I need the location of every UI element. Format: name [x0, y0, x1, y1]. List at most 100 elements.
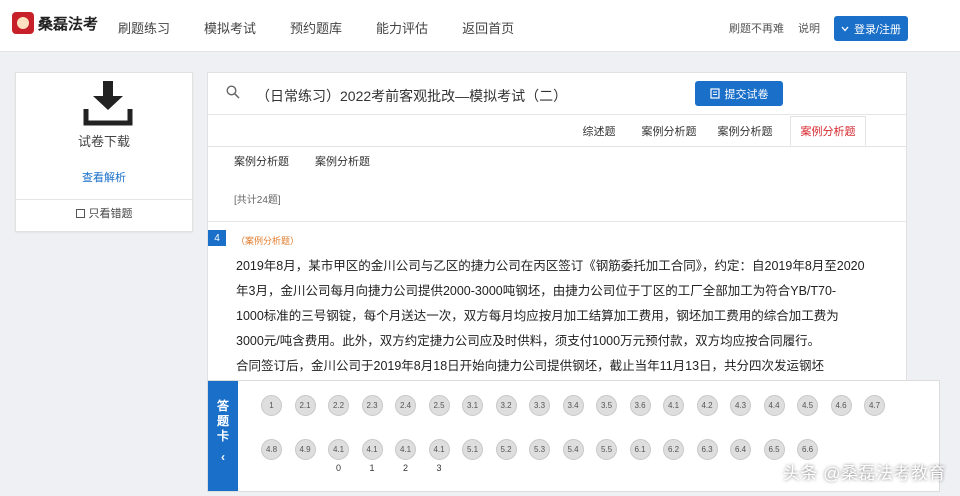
- answer-bubble[interactable]: 3.2: [495, 395, 517, 416]
- answer-bubble[interactable]: 4.3: [730, 395, 751, 416]
- submit-label: 提交试卷: [724, 88, 769, 101]
- tab-comprehensive[interactable]: 综述题: [568, 116, 630, 146]
- answer-bubble-item: 3.4: [562, 395, 597, 425]
- answer-bubble[interactable]: 4.4: [763, 395, 785, 416]
- answer-bubble[interactable]: 4.9: [294, 439, 316, 460]
- answer-bubble[interactable]: 4.8: [261, 439, 282, 460]
- only-wrong-label: 只看错题: [88, 208, 133, 220]
- answer-bubble[interactable]: 4.2: [696, 395, 718, 416]
- answer-bubble-item: 4.9: [294, 439, 329, 469]
- answer-bubble-item: 5.4: [562, 439, 597, 469]
- chevron-down-icon: [841, 26, 849, 31]
- search-icon[interactable]: [226, 85, 240, 99]
- answer-bubble-item: 2.4: [395, 395, 429, 425]
- nav-item-mock-exam[interactable]: 模拟考试: [204, 18, 256, 37]
- answer-bubble-item: 4.1 0: [328, 439, 362, 473]
- question-type-tabs: 综述题 案例分析题 案例分析题 案例分析题: [208, 116, 906, 146]
- answer-bubble[interactable]: 3.5: [596, 395, 617, 416]
- nav-item-home[interactable]: 返回首页: [462, 18, 514, 37]
- answer-bubble[interactable]: 4.1: [395, 439, 416, 460]
- collapse-arrow-icon: ‹: [221, 450, 225, 464]
- answer-bubble[interactable]: 4.7: [864, 395, 885, 416]
- answer-bubble[interactable]: 5.5: [596, 439, 617, 460]
- tab-case-analysis-3[interactable]: 案例分析题: [790, 116, 866, 146]
- answer-bubble-item: 4.1 2: [395, 439, 429, 473]
- answer-bubble[interactable]: 2.1: [294, 395, 316, 416]
- watermark: 头条 @桑磊法考教育: [783, 464, 946, 483]
- answer-bubble-item: 4.6: [830, 395, 865, 425]
- question-line: 1000标准的三号钢锭，每个月送达一次，双方每月均应按月加工结算加工费用，钢坯加…: [236, 309, 839, 323]
- answer-bubble[interactable]: 4.5: [797, 395, 818, 416]
- download-paper-label[interactable]: 试卷下载: [16, 131, 192, 150]
- question-total: [共计24题]: [234, 195, 281, 206]
- answer-bubble[interactable]: 3.1: [462, 395, 483, 416]
- user-link-help[interactable]: 说明: [798, 20, 820, 36]
- answer-bubble[interactable]: 4.1: [663, 395, 684, 416]
- answer-bubble[interactable]: 2.5: [428, 395, 450, 416]
- view-analysis-link[interactable]: 查看解析: [16, 169, 192, 185]
- tab-case-analysis-2[interactable]: 案例分析题: [708, 116, 782, 146]
- question-area: 4 （案例分析题） 2019年8月，某市甲区的金川公司与乙区的捷力公司在丙区签订…: [208, 221, 906, 381]
- nav-item-question-bank[interactable]: 预约题库: [290, 18, 342, 37]
- logo-text: 桑磊法考: [38, 15, 99, 33]
- answer-bubble[interactable]: 6.2: [663, 439, 684, 460]
- answer-bubble-item: 3.1: [462, 395, 496, 425]
- sub-tabs: 案例分析题 案例分析题: [234, 153, 370, 169]
- answer-bubble[interactable]: 4.1: [328, 439, 349, 460]
- question-line: 年3月，金川公司每月向捷力公司提供2000-3000吨钢坯，由捷力公司位于丁区的…: [236, 284, 837, 298]
- answer-bubble[interactable]: 2.2: [328, 395, 349, 416]
- answer-bubble[interactable]: 6.5: [763, 439, 785, 460]
- only-wrong-checkbox[interactable]: [75, 208, 85, 218]
- site-logo[interactable]: 桑磊法考: [12, 12, 98, 34]
- answer-bubble[interactable]: 6.4: [730, 439, 751, 460]
- answer-bubble-item: 3.6: [629, 395, 664, 425]
- top-navigation-bar: 桑磊法考 刷题练习 模拟考试 预约题库 能力评估 返回首页 刷题不再难 说明 登…: [0, 0, 960, 52]
- answer-bubble[interactable]: 2.3: [361, 395, 383, 416]
- answer-bubble[interactable]: 1: [261, 395, 282, 416]
- answer-bubble[interactable]: 6.6: [797, 439, 818, 460]
- answer-bubble-suffix: 0: [335, 463, 341, 473]
- answer-bubble-item: 4.1 3: [428, 439, 463, 473]
- answer-bubble[interactable]: 5.4: [562, 439, 584, 460]
- nav-item-ability-assessment[interactable]: 能力评估: [376, 18, 428, 37]
- subtab-case-analysis-2[interactable]: 案例分析题: [315, 153, 370, 169]
- answer-bubble-item: 5.1: [462, 439, 496, 469]
- answer-bubble[interactable]: 5.1: [462, 439, 483, 460]
- answer-bubble[interactable]: 5.2: [495, 439, 517, 460]
- avatar-logo-icon: [12, 12, 34, 34]
- answer-bubble[interactable]: 4.1: [428, 439, 450, 460]
- subtab-case-analysis-1[interactable]: 案例分析题: [234, 153, 289, 169]
- exam-title: （日常练习）2022考前客观批改—模拟考试（二）: [256, 88, 568, 104]
- exam-header-row: （日常练习）2022考前客观批改—模拟考试（二） 提交试卷: [208, 73, 906, 115]
- download-icon[interactable]: [82, 79, 134, 129]
- nav-item-practice[interactable]: 刷题练习: [118, 18, 170, 37]
- login-button[interactable]: 登录/注册: [834, 16, 908, 41]
- answer-bubble[interactable]: 3.4: [562, 395, 584, 416]
- answer-bubble[interactable]: 6.3: [696, 439, 718, 460]
- answer-card-label-char: 题: [216, 414, 229, 428]
- answer-bubble-item: 2.2: [328, 395, 362, 425]
- answer-bubble[interactable]: 2.4: [395, 395, 416, 416]
- user-links: 刷题不再难 说明: [729, 20, 820, 36]
- tab-case-analysis-1[interactable]: 案例分析题: [632, 116, 706, 146]
- answer-bubble-item: 4.3: [730, 395, 764, 425]
- answer-bubble-item: 4.7: [864, 395, 898, 425]
- answer-bubble-item: 4.5: [797, 395, 831, 425]
- answer-bubble[interactable]: 6.1: [629, 439, 651, 460]
- answer-bubble[interactable]: 4.1: [361, 439, 383, 460]
- only-wrong-toggle[interactable]: 只看错题: [16, 205, 192, 221]
- answer-bubble[interactable]: 3.3: [529, 395, 550, 416]
- answer-bubble-item: 5.5: [596, 439, 630, 469]
- answer-bubble-item: 3.3: [529, 395, 563, 425]
- answer-bubble[interactable]: 5.3: [529, 439, 550, 460]
- login-label: 登录/注册: [853, 23, 902, 36]
- answer-bubble-item: 6.3: [696, 439, 731, 469]
- answer-bubble[interactable]: 4.6: [830, 395, 852, 416]
- answer-card-toggle[interactable]: 答 题 卡 ‹: [208, 381, 238, 491]
- submit-paper-button[interactable]: 提交试卷: [695, 81, 783, 106]
- answer-bubbles: 1 2.1 2.2 2.3 2.4 2.5 3.1 3.2 3.3 3.4 3.5 3.6 4.1 4.2…: [261, 395, 901, 473]
- user-link-slogan[interactable]: 刷题不再难: [729, 20, 784, 36]
- answer-bubble[interactable]: 3.6: [629, 395, 651, 416]
- main-nav: 刷题练习 模拟考试 预约题库 能力评估 返回首页: [118, 18, 548, 37]
- answer-card-label-char: 答: [216, 399, 229, 413]
